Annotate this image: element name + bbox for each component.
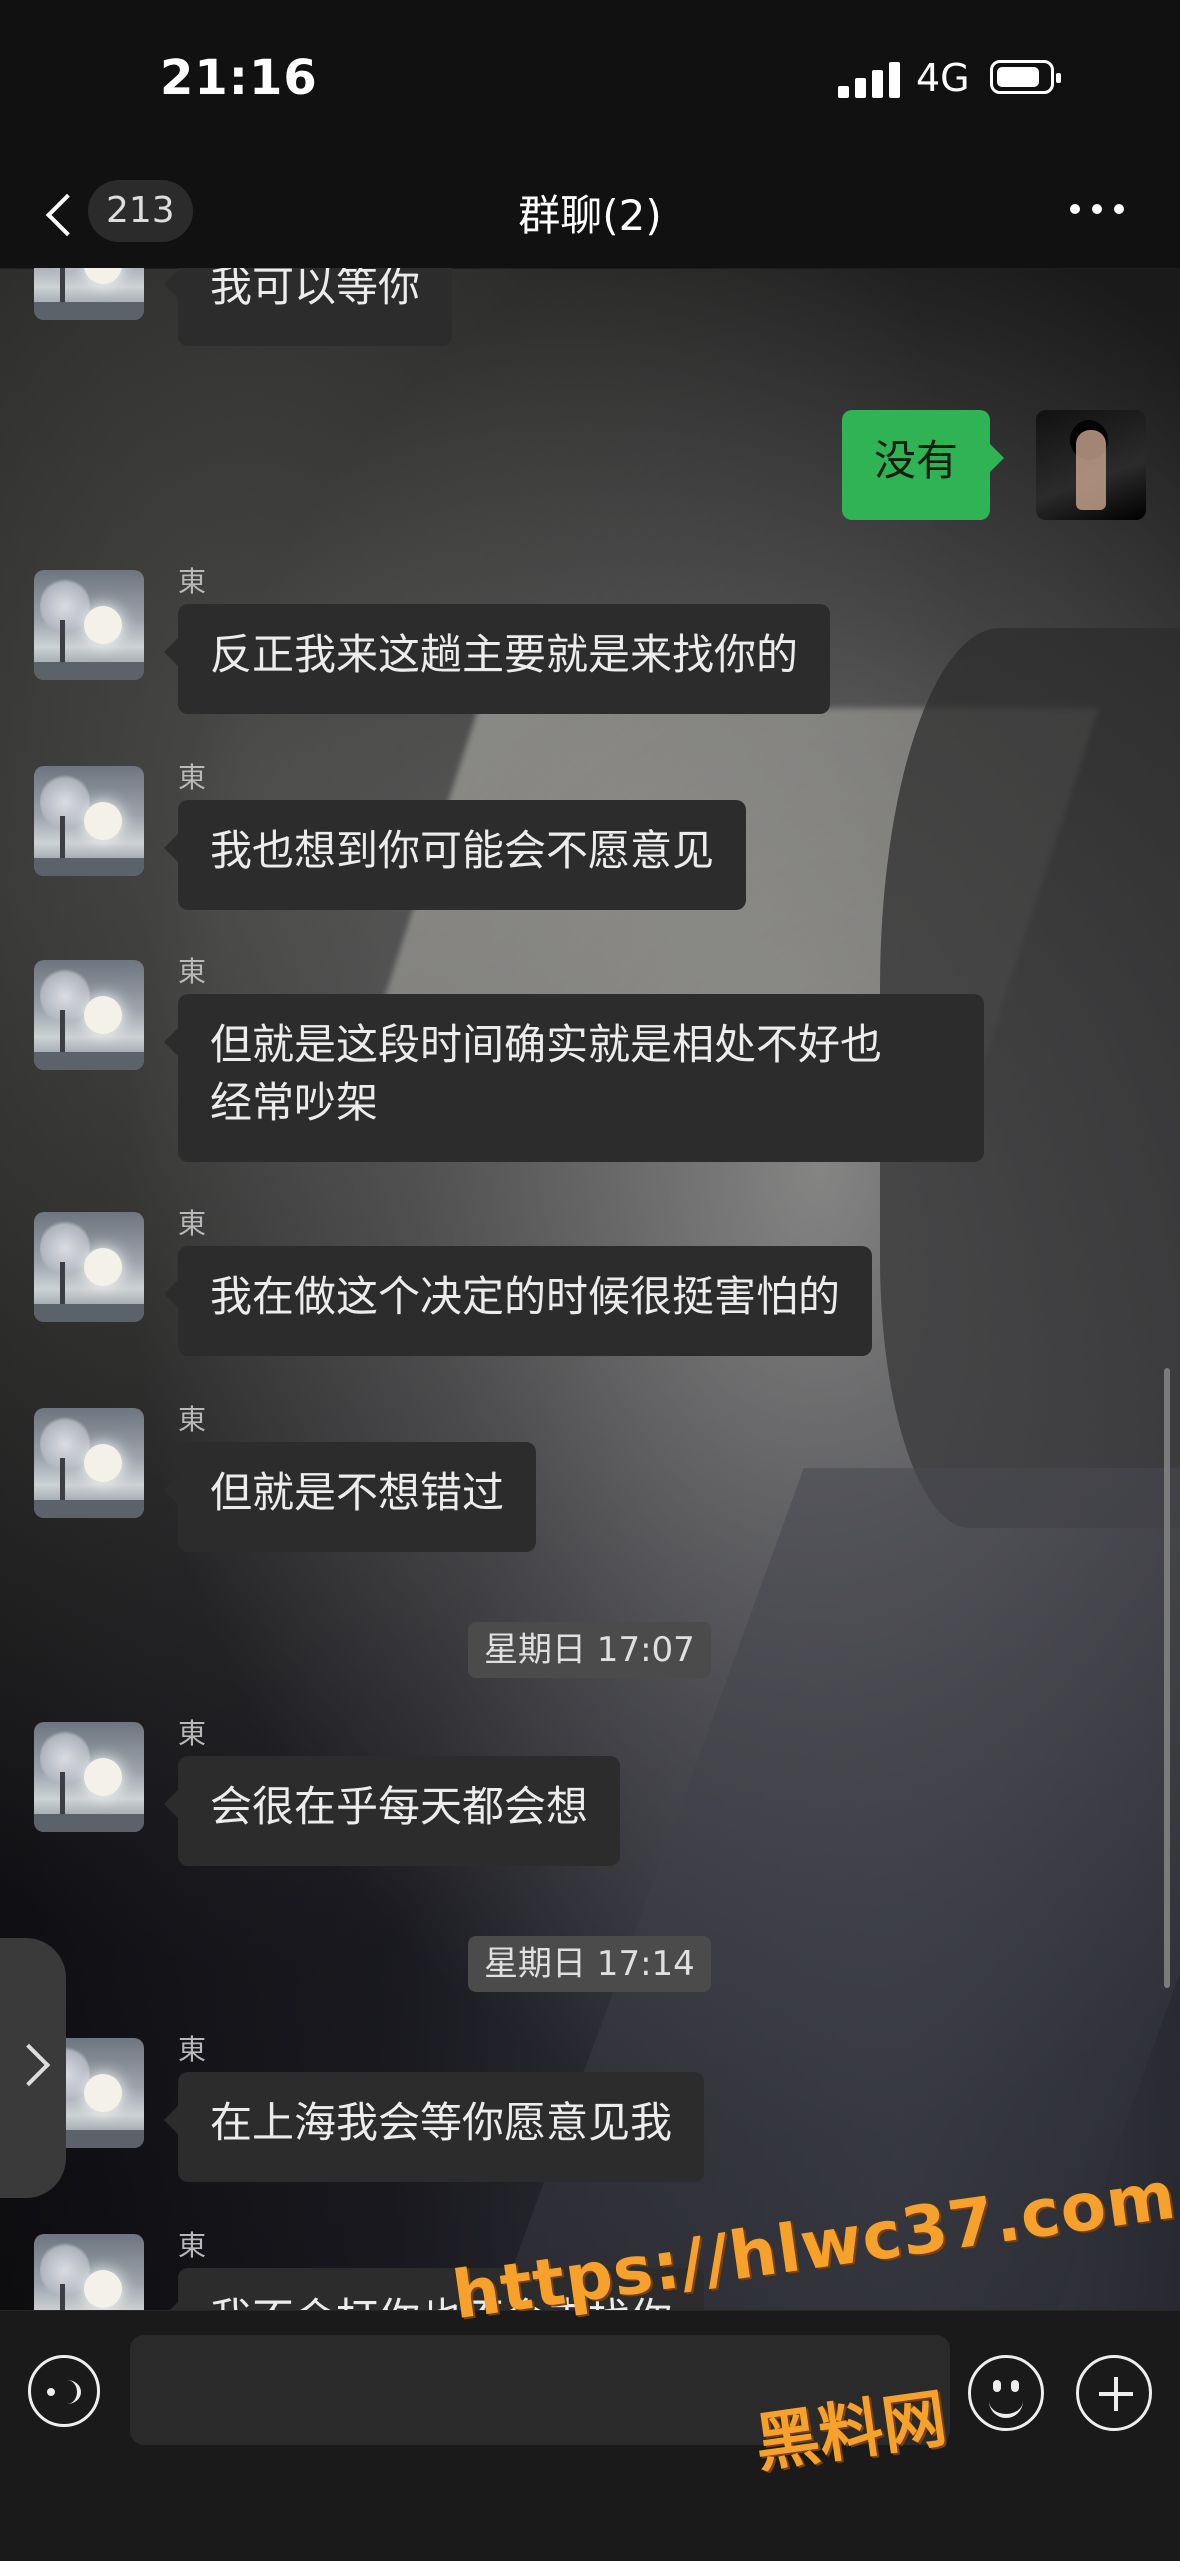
message-list[interactable]: 我可以等你 没有 東 反正我来这趟主要就是来找你的 東 我也想到你可能会不愿意见… xyxy=(0,268,1180,2310)
avatar[interactable] xyxy=(1036,410,1146,520)
message-bubble-outgoing[interactable]: 没有 xyxy=(842,410,1005,520)
sender-name: 東 xyxy=(178,2033,207,2066)
avatar[interactable] xyxy=(34,1212,144,1322)
plus-icon[interactable] xyxy=(1076,2355,1152,2431)
sender-name: 東 xyxy=(178,761,207,794)
nav-bar: 213 群聊(2) xyxy=(0,160,1180,269)
status-time: 21:16 xyxy=(160,50,318,106)
avatar[interactable] xyxy=(34,1408,144,1518)
message-bubble[interactable]: 在上海我会等你愿意见我 xyxy=(163,2072,705,2182)
input-bar xyxy=(0,2310,1180,2561)
message-bubble[interactable]: 我可以等你 xyxy=(163,268,453,346)
avatar[interactable] xyxy=(34,960,144,1070)
battery-icon xyxy=(990,60,1061,94)
avatar[interactable] xyxy=(34,570,144,680)
avatar[interactable] xyxy=(34,766,144,876)
chevron-right-icon[interactable] xyxy=(0,1938,66,2198)
voice-icon[interactable] xyxy=(28,2355,100,2427)
signal-icon xyxy=(838,62,902,98)
message-bubble[interactable]: 反正我来这趟主要就是来找你的 xyxy=(163,604,831,714)
sender-name: 東 xyxy=(178,2229,207,2262)
avatar[interactable] xyxy=(34,2234,144,2310)
message-bubble[interactable]: 我也想到你可能会不愿意见 xyxy=(163,800,747,910)
chat-title: 群聊(2) xyxy=(518,191,662,240)
scrollbar[interactable] xyxy=(1164,1368,1170,1988)
sender-name: 東 xyxy=(178,565,207,598)
timestamp: 星期日 17:14 xyxy=(468,1936,711,1992)
sender-name: 東 xyxy=(178,1403,207,1436)
emoji-icon[interactable] xyxy=(968,2355,1044,2431)
status-bar: 21:16 4G xyxy=(0,0,1180,160)
message-bubble[interactable]: 会很在乎每天都会想 xyxy=(163,1756,621,1866)
message-bubble[interactable]: 我在做这个决定的时候很挺害怕的 xyxy=(163,1246,873,1356)
message-bubble[interactable]: 但就是不想错过 xyxy=(163,1442,537,1552)
avatar[interactable] xyxy=(34,1722,144,1832)
timestamp: 星期日 17:07 xyxy=(468,1622,711,1678)
more-dots-icon[interactable] xyxy=(1070,204,1130,220)
sender-name: 東 xyxy=(178,955,207,988)
avatar[interactable] xyxy=(34,268,144,320)
network-type: 4G xyxy=(916,56,970,100)
sender-name: 東 xyxy=(178,1207,207,1240)
message-bubble[interactable]: 但就是这段时间确实就是相处不好也 经常吵架 xyxy=(164,994,984,1162)
sender-name: 東 xyxy=(178,1717,207,1750)
